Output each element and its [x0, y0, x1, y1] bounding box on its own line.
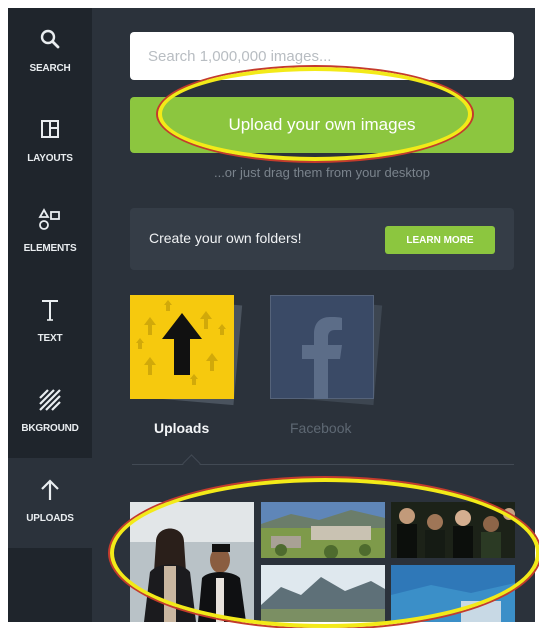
text-icon [8, 298, 92, 324]
drag-hint-text: ...or just drag them from your desktop [213, 165, 431, 180]
upload-arrow-icon [130, 295, 234, 399]
background-icon [8, 388, 92, 414]
folders-promo-text: Create your own folders! [149, 230, 302, 246]
uploaded-image-thumbnail[interactable] [261, 565, 385, 622]
search-icon [8, 28, 92, 54]
sidebar-item-elements[interactable]: ELEMENTS [8, 188, 92, 278]
sidebar-item-uploads[interactable]: UPLOADS [8, 458, 92, 548]
sidebar-item-text[interactable]: TEXT [8, 278, 92, 368]
sidebar-item-search[interactable]: SEARCH [8, 8, 92, 98]
elements-icon [8, 208, 92, 234]
sidebar-item-background[interactable]: BKGROUND [8, 368, 92, 458]
layouts-icon [8, 118, 92, 144]
uploaded-image-thumbnail[interactable] [391, 502, 515, 558]
sidebar-item-label: SEARCH [29, 63, 71, 74]
uploads-panel: Upload your own images ...or just drag t… [92, 8, 535, 622]
search-input[interactable] [130, 32, 514, 80]
upload-images-button[interactable]: Upload your own images [130, 97, 514, 153]
sidebar-item-label: ELEMENTS [23, 243, 77, 254]
learn-more-button[interactable]: LEARN MORE [385, 226, 495, 254]
facebook-icon [270, 295, 374, 399]
editor-frame: SEARCH LAYOUTS ELEMENTS TEXT BKGROUND UP… [8, 8, 535, 622]
sidebar-item-label: LAYOUTS [27, 153, 73, 164]
sidebar-item-label: UPLOADS [26, 513, 74, 524]
uploaded-image-thumbnail[interactable] [130, 502, 254, 622]
sidebar-item-label: BKGROUND [21, 423, 79, 434]
active-source-caret [182, 454, 201, 473]
sidebar-item-layouts[interactable]: LAYOUTS [8, 98, 92, 188]
folders-promo: Create your own folders! LEARN MORE [130, 208, 514, 270]
uploads-source-tile[interactable] [130, 295, 243, 406]
facebook-source-label: Facebook [290, 420, 352, 436]
uploaded-image-thumbnail[interactable] [261, 502, 385, 558]
upload-arrow-icon [8, 478, 92, 504]
uploaded-image-thumbnail[interactable] [391, 565, 515, 622]
facebook-source-tile[interactable] [270, 295, 383, 406]
uploads-source-label: Uploads [154, 420, 210, 436]
sidebar-item-label: TEXT [37, 333, 63, 344]
sidebar: SEARCH LAYOUTS ELEMENTS TEXT BKGROUND UP… [8, 8, 92, 622]
